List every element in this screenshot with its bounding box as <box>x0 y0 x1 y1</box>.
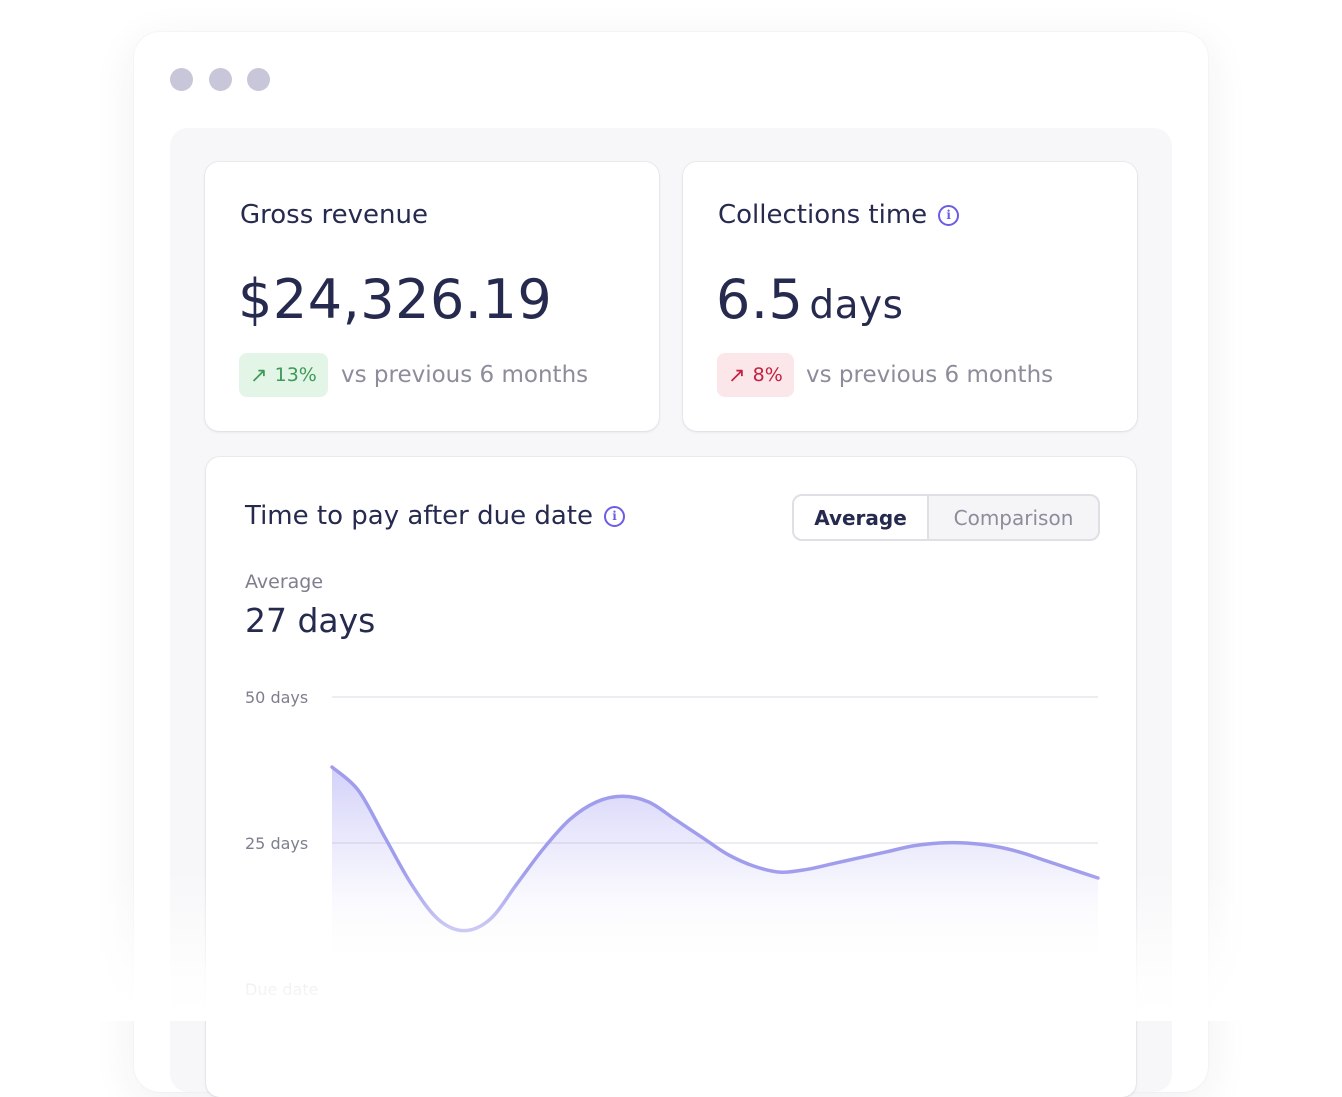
chart-data-point[interactable] <box>408 881 414 887</box>
dashboard-canvas: Gross revenue $24,326.19 ↗ 13% vs previo… <box>170 128 1172 1097</box>
info-icon[interactable]: i <box>938 204 960 226</box>
chart-data-point[interactable] <box>752 863 758 869</box>
window-dot <box>247 68 270 91</box>
chart-data-point[interactable] <box>1095 875 1101 881</box>
time-to-pay-card: Time to pay after due date i Average Com… <box>206 457 1136 1097</box>
chart-data-point[interactable] <box>646 799 652 805</box>
change-value: 13% <box>274 364 317 386</box>
chart-data-point[interactable] <box>514 881 520 887</box>
chart-data-point[interactable] <box>884 849 890 855</box>
chart-data-point[interactable] <box>804 866 810 872</box>
chart-data-point[interactable] <box>725 852 731 858</box>
value-number: 6.5 <box>716 268 804 331</box>
chart-data-point[interactable] <box>382 834 388 840</box>
card-title: Gross revenue <box>240 200 428 230</box>
chart-data-point[interactable] <box>540 846 546 852</box>
chart-data-point[interactable] <box>620 793 626 799</box>
chart-data-point[interactable] <box>937 840 943 846</box>
change-value: 8% <box>752 364 783 386</box>
chart-data-point[interactable] <box>488 916 494 922</box>
comparison-text: vs previous 6 months <box>341 362 589 388</box>
chart-data-point[interactable] <box>1016 849 1022 855</box>
chart-data-point[interactable] <box>831 860 837 866</box>
chart-data-point[interactable] <box>1042 858 1048 864</box>
arrow-up-right-icon: ↗ <box>250 363 268 387</box>
collections-time-card[interactable]: Collections time i 6.5 days ↗ 8% vs previ… <box>683 162 1137 431</box>
time-to-pay-chart <box>329 696 1101 989</box>
chart-data-point[interactable] <box>989 843 995 849</box>
change-badge: ↗ 8% <box>717 353 794 397</box>
value-unit: days <box>809 283 904 328</box>
gross-revenue-card[interactable]: Gross revenue $24,326.19 ↗ 13% vs previo… <box>205 162 659 431</box>
chart-data-point[interactable] <box>593 799 599 805</box>
arrow-up-right-icon: ↗ <box>728 363 746 387</box>
chart-data-point[interactable] <box>910 843 916 849</box>
chart-data-point[interactable] <box>329 764 335 770</box>
chart-area-fill <box>332 767 1098 989</box>
card-title: Collections time i <box>718 200 960 230</box>
chart-data-point[interactable] <box>1069 866 1075 872</box>
chart-data-point[interactable] <box>435 916 441 922</box>
chart-data-point[interactable] <box>778 869 784 875</box>
chart-data-point[interactable] <box>355 787 361 793</box>
collections-time-title: Collections time <box>718 200 928 230</box>
chart-data-point[interactable] <box>699 834 705 840</box>
chart-data-point[interactable] <box>963 840 969 846</box>
comparison-text: vs previous 6 months <box>806 362 1054 388</box>
change-badge: ↗ 13% <box>239 353 328 397</box>
app-window: Gross revenue $24,326.19 ↗ 13% vs previo… <box>134 32 1208 1097</box>
chart-data-point[interactable] <box>672 817 678 823</box>
window-dot <box>209 68 232 91</box>
chart-data-point[interactable] <box>857 855 863 861</box>
window-dot <box>170 68 193 91</box>
gross-revenue-title: Gross revenue <box>240 200 428 230</box>
chart-data-point[interactable] <box>461 928 467 934</box>
chart-data-point[interactable] <box>567 817 573 823</box>
collections-time-value: 6.5 days <box>716 268 903 331</box>
gross-revenue-value: $24,326.19 <box>238 268 553 331</box>
